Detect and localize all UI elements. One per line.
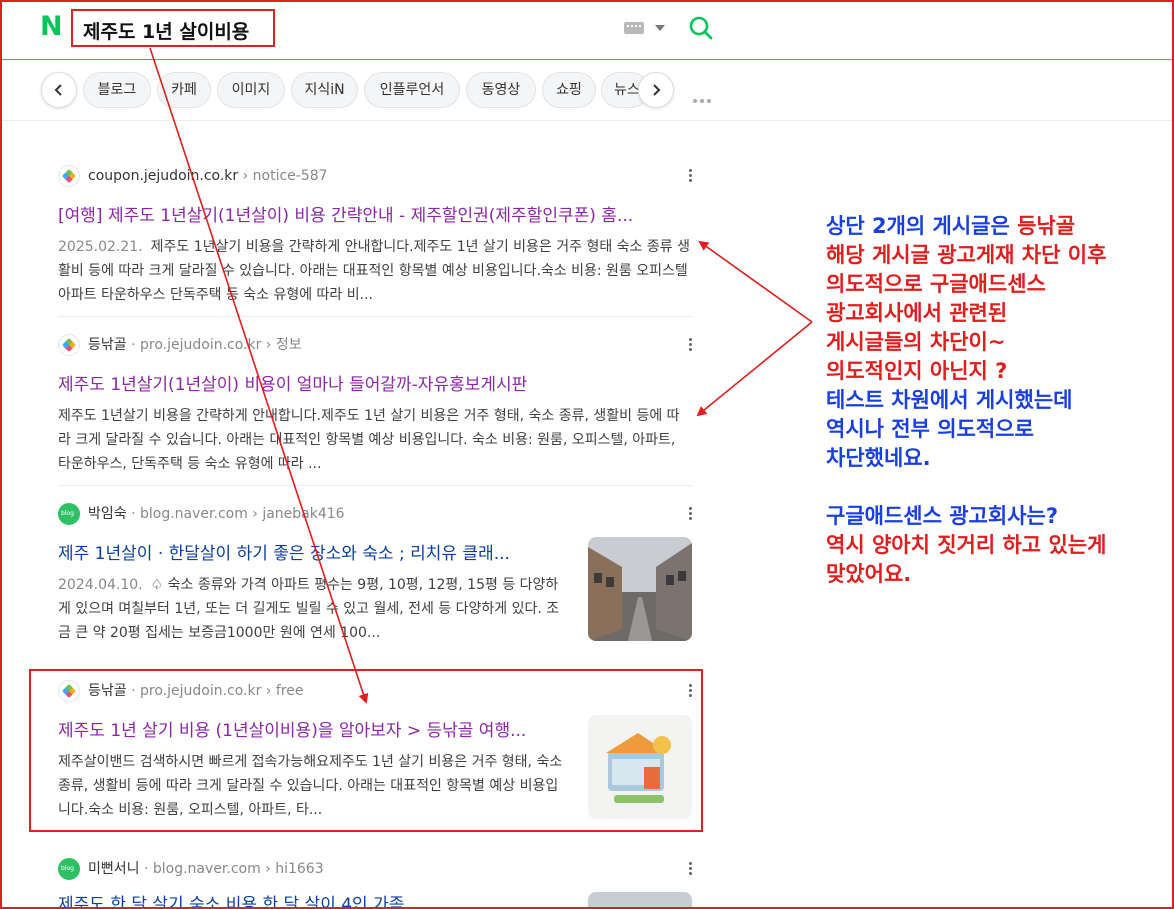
annotation-arrows [149,47,813,704]
arrow-line [696,321,813,417]
arrow-line [149,47,369,704]
arrow-line [698,240,813,323]
